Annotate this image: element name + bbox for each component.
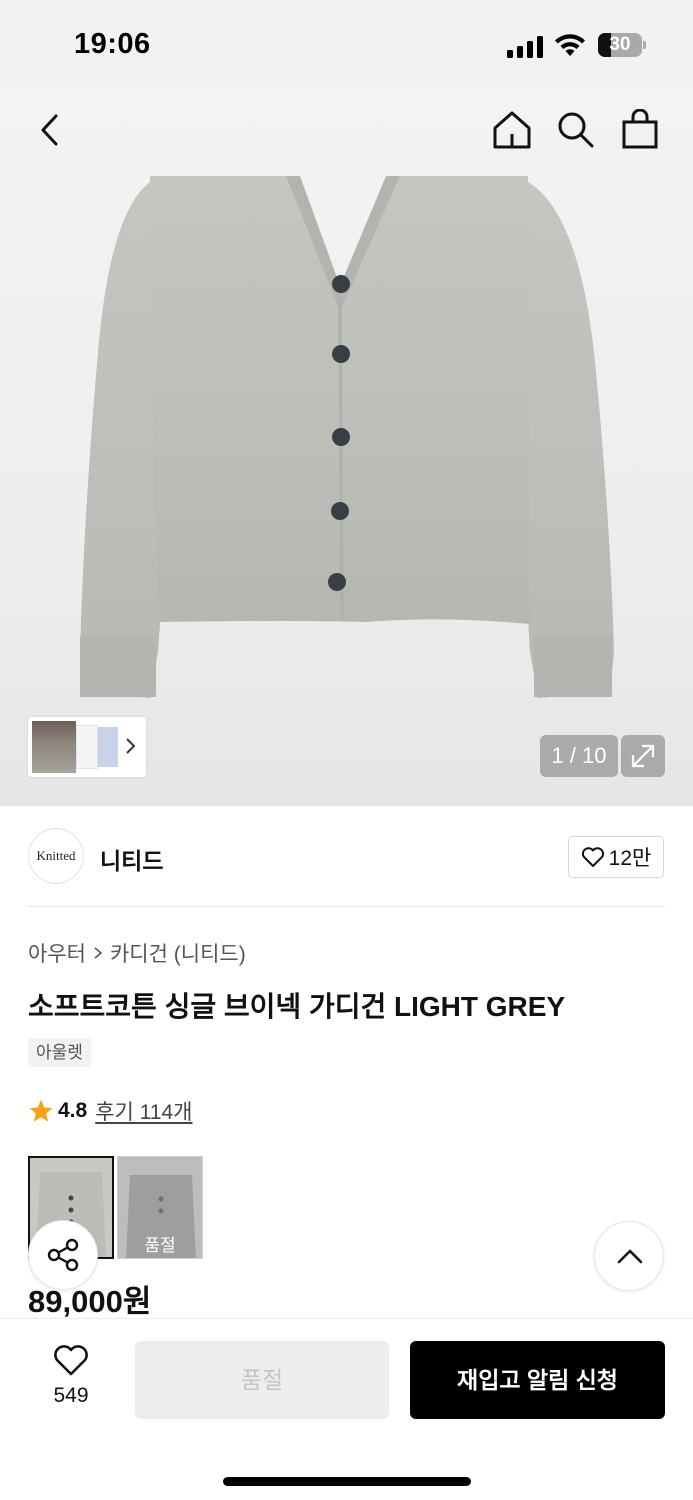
battery-icon: 30	[598, 33, 646, 57]
expand-icon	[631, 744, 655, 768]
image-counter: 1 / 10	[540, 735, 618, 777]
search-icon[interactable]	[556, 110, 596, 150]
reviews-link[interactable]: 후기 114개	[95, 1096, 192, 1126]
chevron-up-icon	[617, 1249, 643, 1264]
image-thumbnail-strip[interactable]	[28, 717, 146, 777]
battery-level: 30	[609, 34, 631, 55]
chevron-right-icon	[94, 947, 103, 959]
wishlist-count: 549	[53, 1384, 89, 1407]
bottom-action-bar: 549 품절 재입고 알림 신청	[0, 1318, 693, 1500]
heart-icon	[581, 847, 604, 867]
expand-button[interactable]	[621, 735, 665, 777]
breadcrumb-item-outer[interactable]: 아우터	[28, 938, 86, 968]
home-icon[interactable]	[492, 110, 532, 150]
variant-soldout-label: 품절	[118, 1157, 202, 1258]
product-title: 소프트코튼 싱글 브이넥 가디건 LIGHT GREY	[28, 991, 566, 1022]
shopping-bag-icon[interactable]	[622, 109, 658, 149]
heart-icon	[54, 1345, 88, 1376]
color-variant-charcoal[interactable]: 품절	[117, 1156, 203, 1259]
restock-alert-button[interactable]: 재입고 알림 신청	[410, 1341, 665, 1419]
wifi-icon	[555, 34, 585, 56]
star-icon	[29, 1099, 53, 1122]
home-indicator	[223, 1477, 471, 1486]
breadcrumb-item-cardigan[interactable]: 카디건 (니티드)	[110, 938, 246, 968]
outlet-tag: 아울렛	[28, 1038, 91, 1067]
soldout-button[interactable]: 품절	[135, 1341, 389, 1419]
share-button[interactable]	[28, 1220, 98, 1290]
product-image-gallery[interactable]: 1 / 10	[0, 92, 693, 806]
product-image	[80, 176, 614, 698]
brand-like-count: 12만	[608, 847, 652, 870]
signal-icon	[507, 36, 543, 58]
share-icon	[47, 1238, 79, 1272]
scroll-top-button[interactable]	[594, 1221, 664, 1291]
divider	[28, 906, 665, 907]
brand-logo[interactable]: Knitted	[28, 828, 84, 884]
brand-name[interactable]: 니티드	[100, 842, 163, 876]
thumbnail-white	[76, 725, 98, 769]
brand-like-button[interactable]: 12만	[568, 836, 664, 878]
wishlist-button[interactable]: 549	[36, 1343, 106, 1413]
status-bar: 19:06 30	[0, 0, 693, 92]
rating-row: 4.8 후기 114개	[28, 1096, 192, 1126]
status-time: 19:06	[74, 28, 151, 60]
back-icon[interactable]	[36, 112, 64, 148]
chevron-right-icon	[126, 738, 136, 754]
rating-value: 4.8	[58, 1099, 88, 1122]
thumbnail-blue	[98, 727, 118, 767]
thumbnail-model	[32, 721, 76, 773]
breadcrumb: 아우터 카디건 (니티드)	[28, 938, 246, 968]
